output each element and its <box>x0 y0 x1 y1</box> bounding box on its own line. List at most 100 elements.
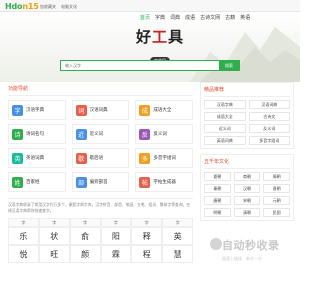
tool-item[interactable]: 英英语词典 <box>8 148 66 168</box>
tool-label: 成语大全 <box>153 108 172 113</box>
hero-banner: 首页 字典 词典 成语 古诗文网 古籍 英语 好工具 字典网 搜索 <box>0 12 300 82</box>
char-table-header: 字 <box>8 218 39 227</box>
site-logo[interactable]: Hdon15 <box>5 2 39 11</box>
main-content: 功能导航 字汉语字典词汉语词典成成语大全诗诗词名句近近义词反反义词英英语词典歇歇… <box>8 82 193 263</box>
sidebar-link[interactable]: 反义词 <box>248 124 290 133</box>
char-cell[interactable]: 英 <box>162 227 193 245</box>
sidebar-link[interactable]: 汉语词典 <box>248 100 290 109</box>
brand-char-2: 工 <box>151 28 168 46</box>
intro-text: 汉语字典收录了常用汉字约万多个，康熙字典字库，汉字拼音、部首、笔画、五笔、组词、… <box>8 198 193 214</box>
search-bar: 搜索 <box>60 60 240 71</box>
dynasty-panel-title: 五千年文化 <box>204 158 290 169</box>
sidebar-link[interactable]: 多音字组词 <box>248 136 290 145</box>
nav-dictionary[interactable]: 字典 <box>155 14 165 21</box>
tool-label: 百家姓 <box>26 180 40 185</box>
tool-item[interactable]: 词汉语词典 <box>71 100 130 120</box>
sidebar-link[interactable]: 秦朝 <box>204 184 231 193</box>
tool-item[interactable]: 近近义词 <box>71 124 130 144</box>
tool-item[interactable]: 反反义词 <box>135 124 193 144</box>
tool-item[interactable]: 帖字帖生成器 <box>135 172 193 192</box>
char-cell[interactable]: 乐 <box>8 227 39 245</box>
nav-idioms[interactable]: 成语 <box>185 14 195 21</box>
search-button[interactable]: 搜索 <box>219 61 239 70</box>
tool-label: 近义词 <box>89 132 104 137</box>
char-cell[interactable]: 悦 <box>8 245 39 263</box>
tool-icon: 词 <box>75 104 87 116</box>
add-favorite-link[interactable]: 加收藏夹 <box>40 4 56 10</box>
tool-icon: 反 <box>139 128 151 140</box>
sidebar-link[interactable]: 英语词典 <box>204 136 246 145</box>
sidebar-link[interactable]: 晋朝 <box>263 184 290 193</box>
char-table-header: 字 <box>162 218 193 227</box>
logo-number: n15 <box>22 2 39 11</box>
char-cell[interactable]: 慧 <box>162 245 193 263</box>
sidebar-link[interactable]: 民国 <box>263 208 290 217</box>
tool-label: 反义词 <box>153 132 167 137</box>
tool-icon: 诗 <box>12 128 23 140</box>
tool-icon: 姓 <box>12 176 23 188</box>
search-input[interactable] <box>61 61 219 70</box>
sidebar-link[interactable]: 清朝 <box>233 208 261 217</box>
culture-link[interactable]: 电脑文化 <box>61 4 77 10</box>
watermark-subtitle: 极速上链接 · 来访一次 <box>222 256 262 261</box>
tool-item[interactable]: 成成语大全 <box>135 100 193 120</box>
char-cell[interactable]: 霖 <box>100 245 132 263</box>
tool-label: 汉语字典 <box>26 108 44 113</box>
tool-item[interactable]: 部偏旁部首 <box>71 172 130 192</box>
sidebar-link[interactable]: 元朝 <box>263 196 290 205</box>
watermark-title: 自动秒收录 <box>222 239 280 252</box>
nav-english[interactable]: 英语 <box>240 14 250 21</box>
recommend-grid: 汉语字典 汉语词典 成语大全 古诗文 近义词 反义词 英语词典 多音字组词 <box>204 100 290 145</box>
char-cell[interactable]: 颜 <box>69 245 101 263</box>
tool-item[interactable]: 歇歇后语 <box>71 148 130 168</box>
tool-icon: 歇 <box>75 152 87 164</box>
tool-icon: 近 <box>75 128 87 140</box>
sidebar-link[interactable]: 周朝 <box>263 172 290 181</box>
char-table-header: 字 <box>100 218 132 227</box>
sidebar-link[interactable]: 夏朝 <box>204 172 231 181</box>
sidebar-link[interactable]: 近义词 <box>204 124 246 133</box>
sidebar-link[interactable]: 商朝 <box>233 172 261 181</box>
nav-classics[interactable]: 古籍 <box>225 14 235 21</box>
sidebar-link[interactable]: 明朝 <box>204 208 231 217</box>
sidebar-link[interactable]: 唐朝 <box>204 196 231 205</box>
top-links: 加收藏夹 电脑文化 <box>40 4 77 10</box>
char-cell[interactable]: 旺 <box>38 245 70 263</box>
tool-item[interactable]: 诗诗词名句 <box>8 124 66 144</box>
sidebar-link[interactable]: 宋朝 <box>233 196 261 205</box>
char-cell[interactable]: 释 <box>131 227 163 245</box>
sidebar-link[interactable]: 汉语字典 <box>204 100 246 109</box>
char-cell[interactable]: 俞 <box>69 227 101 245</box>
sidebar-link[interactable]: 汉朝 <box>233 184 261 193</box>
tool-label: 字帖生成器 <box>153 180 176 185</box>
tool-label: 英语词典 <box>26 156 44 161</box>
recommend-panel: 精品推荐 汉语字典 汉语词典 成语大全 古诗文 近义词 反义词 英语词典 多音字组词 <box>200 82 294 149</box>
tool-icon: 部 <box>75 176 87 188</box>
char-cell[interactable]: 程 <box>131 245 163 263</box>
nav-words[interactable]: 词典 <box>170 14 180 21</box>
tool-label: 歇后语 <box>89 156 104 161</box>
logo-text: Hdo <box>5 2 23 11</box>
char-table-header: 字 <box>69 218 101 227</box>
tool-label: 诗词名句 <box>26 132 44 137</box>
sidebar-link[interactable]: 成语大全 <box>204 112 246 121</box>
nav-home[interactable]: 首页 <box>140 14 150 21</box>
tool-item[interactable]: 字汉语字典 <box>8 100 66 120</box>
mountain-landscape-image <box>190 27 300 82</box>
top-bar: Hdon15 加收藏夹 电脑文化 <box>0 0 300 12</box>
recommend-panel-title: 精品推荐 <box>204 86 290 97</box>
tool-label: 汉语词典 <box>89 108 108 113</box>
tool-icon: 英 <box>12 152 23 164</box>
tool-item[interactable]: 姓百家姓 <box>8 172 66 192</box>
tool-item[interactable]: 多多音字组词 <box>135 148 193 168</box>
char-table: 字字字字字字乐状俞阳释英悦旺颜霖程慧 <box>8 218 193 263</box>
tool-icon: 帖 <box>139 176 151 188</box>
char-table-header: 字 <box>131 218 163 227</box>
tool-label: 偏旁部首 <box>89 180 108 185</box>
tools-grid: 字汉语字典词汉语词典成成语大全诗诗词名句近近义词反反义词英英语词典歇歇后语多多音… <box>8 100 193 192</box>
sidebar-link[interactable]: 古诗文 <box>248 112 290 121</box>
char-cell[interactable]: 阳 <box>100 227 132 245</box>
dynasty-grid: 夏朝 商朝 周朝秦朝 汉朝 晋朝唐朝 宋朝 元朝明朝 清朝 民国 <box>204 172 290 217</box>
char-cell[interactable]: 状 <box>38 227 70 245</box>
nav-poetry[interactable]: 古诗文网 <box>200 14 220 21</box>
